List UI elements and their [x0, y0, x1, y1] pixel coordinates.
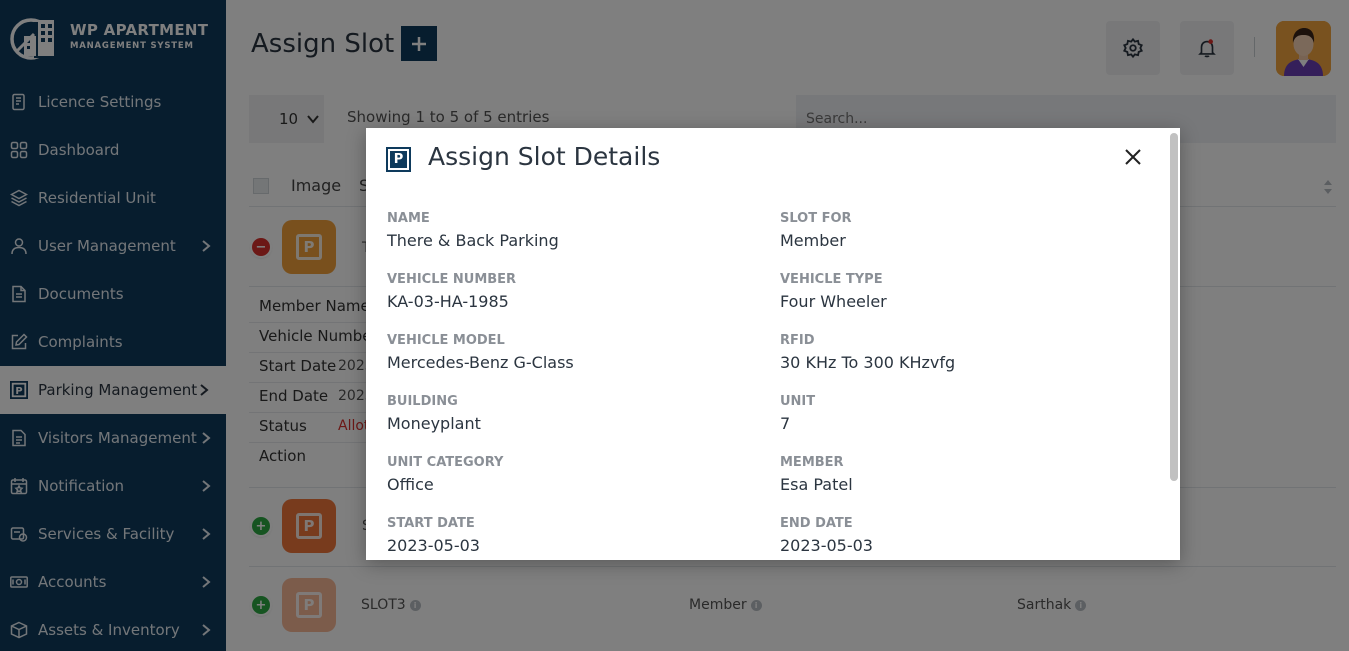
parking-icon: P	[386, 147, 411, 172]
field-vehicle-model: VEHICLE MODEL Mercedes-Benz G-Class	[387, 333, 574, 372]
field-unit-category: UNIT CATEGORY Office	[387, 455, 503, 494]
field-label: MEMBER	[780, 455, 844, 470]
field-end-date: END DATE 2023-05-03	[780, 516, 873, 555]
field-vehicle-number: VEHICLE NUMBER KA-03-HA-1985	[387, 272, 516, 311]
field-rfid: RFID 30 KHz To 300 KHzvfg	[780, 333, 955, 372]
field-label: START DATE	[387, 516, 475, 531]
field-label: SLOT FOR	[780, 211, 852, 226]
field-label: UNIT CATEGORY	[387, 455, 504, 470]
field-value: Four Wheeler	[780, 292, 887, 311]
field-value: There & Back Parking	[387, 231, 559, 250]
field-value: 2023-05-03	[780, 536, 873, 555]
field-value: Mercedes-Benz G-Class	[387, 353, 574, 372]
field-vehicle-type: VEHICLE TYPE Four Wheeler	[780, 272, 887, 311]
modal-title: Assign Slot Details	[428, 142, 661, 171]
field-label: VEHICLE NUMBER	[387, 272, 517, 287]
close-icon[interactable]	[1122, 146, 1144, 168]
field-label: RFID	[780, 333, 815, 348]
field-label: VEHICLE MODEL	[387, 333, 505, 348]
field-label: UNIT	[780, 394, 816, 409]
field-name: NAME There & Back Parking	[387, 211, 559, 250]
field-label: NAME	[387, 211, 430, 226]
field-label: VEHICLE TYPE	[780, 272, 883, 287]
field-unit: UNIT 7	[780, 394, 815, 433]
field-value: 7	[780, 414, 791, 433]
field-value: Moneyplant	[387, 414, 481, 433]
field-value: 30 KHz To 300 KHzvfg	[780, 353, 956, 372]
field-value: 2023-05-03	[387, 536, 480, 555]
field-building: BUILDING Moneyplant	[387, 394, 481, 433]
assign-slot-details-modal: P Assign Slot Details NAME There & Back …	[366, 128, 1180, 560]
field-start-date: START DATE 2023-05-03	[387, 516, 480, 555]
field-label: END DATE	[780, 516, 853, 531]
modal-header: P Assign Slot Details	[366, 128, 1180, 188]
field-member: MEMBER Esa Patel	[780, 455, 853, 494]
field-slot-for: SLOT FOR Member	[780, 211, 852, 250]
modal-scrollbar[interactable]	[1170, 133, 1178, 481]
field-value: KA-03-HA-1985	[387, 292, 509, 311]
field-label: BUILDING	[387, 394, 458, 409]
field-value: Member	[780, 231, 846, 250]
field-value: Office	[387, 475, 434, 494]
field-value: Esa Patel	[780, 475, 853, 494]
